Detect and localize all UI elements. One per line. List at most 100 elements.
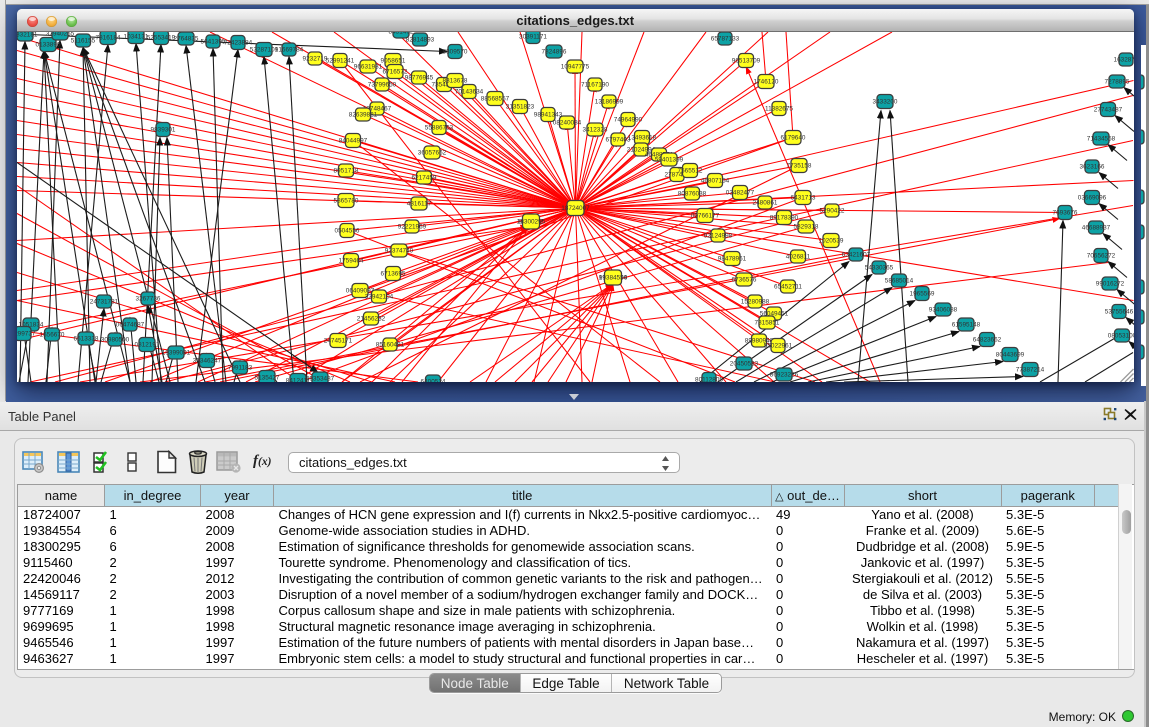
svg-text:88568557: 88568557 (481, 95, 510, 102)
svg-text:13186999: 13186999 (595, 98, 624, 105)
svg-text:0812191: 0812191 (135, 341, 160, 348)
svg-text:00766177: 00766177 (691, 212, 720, 219)
svg-text:30980500: 30980500 (101, 336, 130, 343)
svg-text:55022961: 55022961 (764, 342, 793, 349)
svg-text:31351823: 31351823 (506, 103, 535, 110)
svg-text:52991241: 52991241 (326, 57, 355, 64)
svg-text:84044997: 84044997 (339, 137, 368, 144)
svg-text:3412328: 3412328 (583, 126, 608, 133)
svg-text:77387214: 77387214 (1016, 366, 1045, 373)
svg-text:8451462: 8451462 (389, 32, 414, 36)
svg-text:1020539: 1020539 (819, 237, 844, 244)
svg-text:8313678: 8313678 (443, 77, 468, 84)
svg-text:8809570: 8809570 (443, 48, 468, 55)
svg-text:5865780: 5865780 (334, 197, 359, 204)
svg-text:71434558: 71434558 (1087, 135, 1116, 142)
svg-text:73799650: 73799650 (368, 81, 397, 88)
svg-text:1656670: 1656670 (40, 331, 65, 338)
svg-text:6400524: 6400524 (421, 378, 446, 381)
svg-text:33942104: 33942104 (365, 293, 394, 300)
svg-text:6713695: 6713695 (381, 270, 406, 277)
svg-text:64823662: 64823662 (973, 336, 1002, 343)
svg-text:92374740: 92374740 (385, 247, 414, 254)
svg-text:72423884: 72423884 (224, 39, 253, 46)
svg-text:36057662: 36057662 (418, 149, 447, 156)
svg-text:65452711: 65452711 (774, 283, 802, 290)
svg-text:46807154: 46807154 (701, 177, 730, 184)
svg-text:0504556: 0504556 (335, 227, 360, 234)
svg-text:9058651: 9058651 (381, 57, 406, 64)
svg-text:24745171: 24745171 (324, 337, 353, 344)
svg-text:7991183: 7991183 (228, 364, 253, 371)
svg-text:03669096: 03669096 (1078, 194, 1107, 201)
svg-text:5116155: 5116155 (71, 37, 96, 44)
svg-text:5290422: 5290422 (820, 207, 845, 214)
svg-text:80112805: 80112805 (695, 376, 723, 381)
svg-text:46688937: 46688937 (1082, 224, 1111, 231)
svg-text:92124998: 92124998 (704, 232, 733, 239)
svg-text:4026811: 4026811 (786, 253, 811, 260)
svg-text:93406088: 93406088 (929, 306, 958, 313)
svg-text:8951718: 8951718 (334, 167, 359, 174)
svg-text:58685014: 58685014 (885, 277, 914, 284)
svg-text:53755646: 53755646 (1105, 308, 1134, 315)
svg-text:03482477: 03482477 (726, 189, 755, 196)
svg-text:18724007: 18724007 (561, 205, 590, 212)
svg-text:06474687: 06474687 (116, 321, 145, 328)
svg-text:71167190: 71167190 (581, 81, 609, 88)
svg-text:98776945: 98776945 (405, 74, 434, 81)
svg-text:82639821: 82639821 (349, 111, 378, 118)
svg-text:7824896: 7824896 (542, 48, 567, 55)
svg-text:98478961: 98478961 (718, 255, 747, 262)
svg-text:54330365: 54330365 (865, 264, 894, 271)
svg-text:6431713: 6431713 (791, 194, 816, 201)
svg-text:27743487: 27743487 (1094, 106, 1123, 113)
svg-text:6736576: 6736576 (732, 276, 757, 283)
svg-text:91669784: 91669784 (275, 46, 304, 53)
svg-text:18300295: 18300295 (517, 218, 546, 225)
svg-text:99016272: 99016272 (1096, 280, 1125, 287)
svg-text:55886753: 55886753 (425, 124, 454, 131)
svg-text:63421607: 63421607 (842, 251, 871, 258)
svg-text:11382675: 11382675 (765, 105, 793, 112)
svg-text:2764835: 2764835 (174, 35, 199, 42)
svg-text:9232719: 9232719 (303, 55, 328, 62)
svg-text:65787133: 65787133 (711, 35, 740, 42)
svg-text:7565512: 7565512 (678, 167, 703, 174)
svg-text:08053100: 08053100 (1108, 332, 1134, 339)
svg-text:85160481: 85160481 (376, 341, 405, 348)
svg-text:7693676: 7693676 (1053, 209, 1078, 216)
svg-text:96513709: 96513709 (732, 57, 761, 64)
svg-text:1759464: 1759464 (339, 257, 364, 264)
svg-text:5329318: 5329318 (794, 223, 819, 230)
svg-text:13493618: 13493618 (628, 134, 657, 141)
svg-text:5641395: 5641395 (201, 38, 226, 45)
svg-text:74964990: 74964990 (614, 116, 643, 123)
svg-text:1034131: 1034131 (124, 33, 149, 40)
svg-text:7816184: 7816184 (96, 34, 121, 41)
svg-text:96631931: 96631931 (354, 63, 383, 70)
svg-text:15280988: 15280988 (741, 298, 770, 305)
svg-text:35346247: 35346247 (193, 357, 222, 364)
svg-text:7278895: 7278895 (1105, 78, 1130, 85)
svg-text:6217459: 6217459 (412, 174, 437, 181)
svg-text:0133890: 0133890 (36, 41, 61, 48)
svg-text:21456232: 21456232 (357, 315, 386, 322)
svg-text:89178390: 89178390 (770, 214, 799, 221)
svg-text:49353487: 49353487 (306, 375, 335, 381)
svg-text:61595148: 61595148 (952, 321, 981, 328)
svg-text:20450533: 20450533 (730, 360, 759, 367)
svg-text:19399091: 19399091 (162, 349, 191, 356)
svg-text:6179640: 6179640 (781, 134, 806, 141)
svg-text:7735158: 7735158 (787, 162, 812, 169)
svg-text:3267736: 3267736 (136, 295, 161, 302)
svg-text:9839301: 9839301 (151, 126, 176, 133)
svg-text:4316117: 4316117 (407, 200, 432, 207)
svg-text:1965569: 1965569 (910, 290, 935, 297)
svg-text:19384554: 19384554 (599, 274, 628, 281)
svg-text:80443699: 80443699 (996, 351, 1025, 358)
svg-text:1632870: 1632870 (1114, 56, 1134, 63)
svg-text:5135427: 5135427 (255, 374, 280, 381)
svg-text:2480861: 2480861 (753, 199, 778, 206)
svg-text:6513338: 6513338 (74, 335, 99, 342)
